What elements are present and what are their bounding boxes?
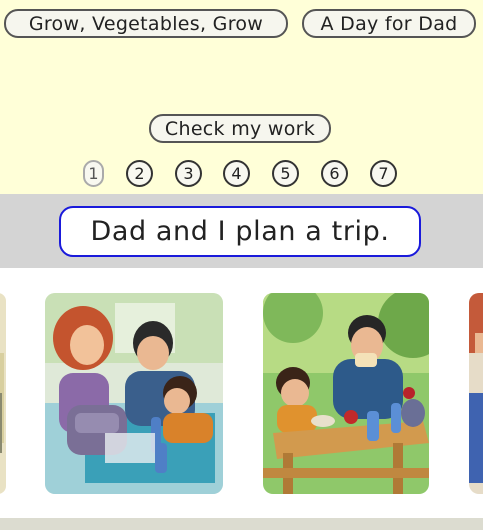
page-button-4[interactable]: 4 [223,160,250,187]
page-button-6[interactable]: 6 [321,160,348,187]
family-picnic-illustration[interactable] [263,293,429,494]
page-button-7[interactable]: 7 [370,160,397,187]
page-button-3[interactable]: 3 [175,160,202,187]
page-button-2[interactable]: 2 [126,160,153,187]
page-selector: 1 2 3 4 5 6 7 [0,160,483,190]
book-title-button-a-day-for-dad[interactable]: A Day for Dad [302,9,476,38]
bottom-bar [0,518,483,530]
partial-illustration-right[interactable] [469,293,483,494]
book-title-button-grow-vegetables[interactable]: Grow, Vegetables, Grow [4,9,288,38]
partial-illustration-left[interactable] [0,293,6,494]
page-button-5[interactable]: 5 [272,160,299,187]
page-button-1[interactable]: 1 [83,160,104,187]
sentence-box[interactable]: Dad and I plan a trip. [59,206,421,257]
check-my-work-button[interactable]: Check my work [149,114,331,143]
family-packing-backpack-illustration[interactable] [45,293,223,494]
